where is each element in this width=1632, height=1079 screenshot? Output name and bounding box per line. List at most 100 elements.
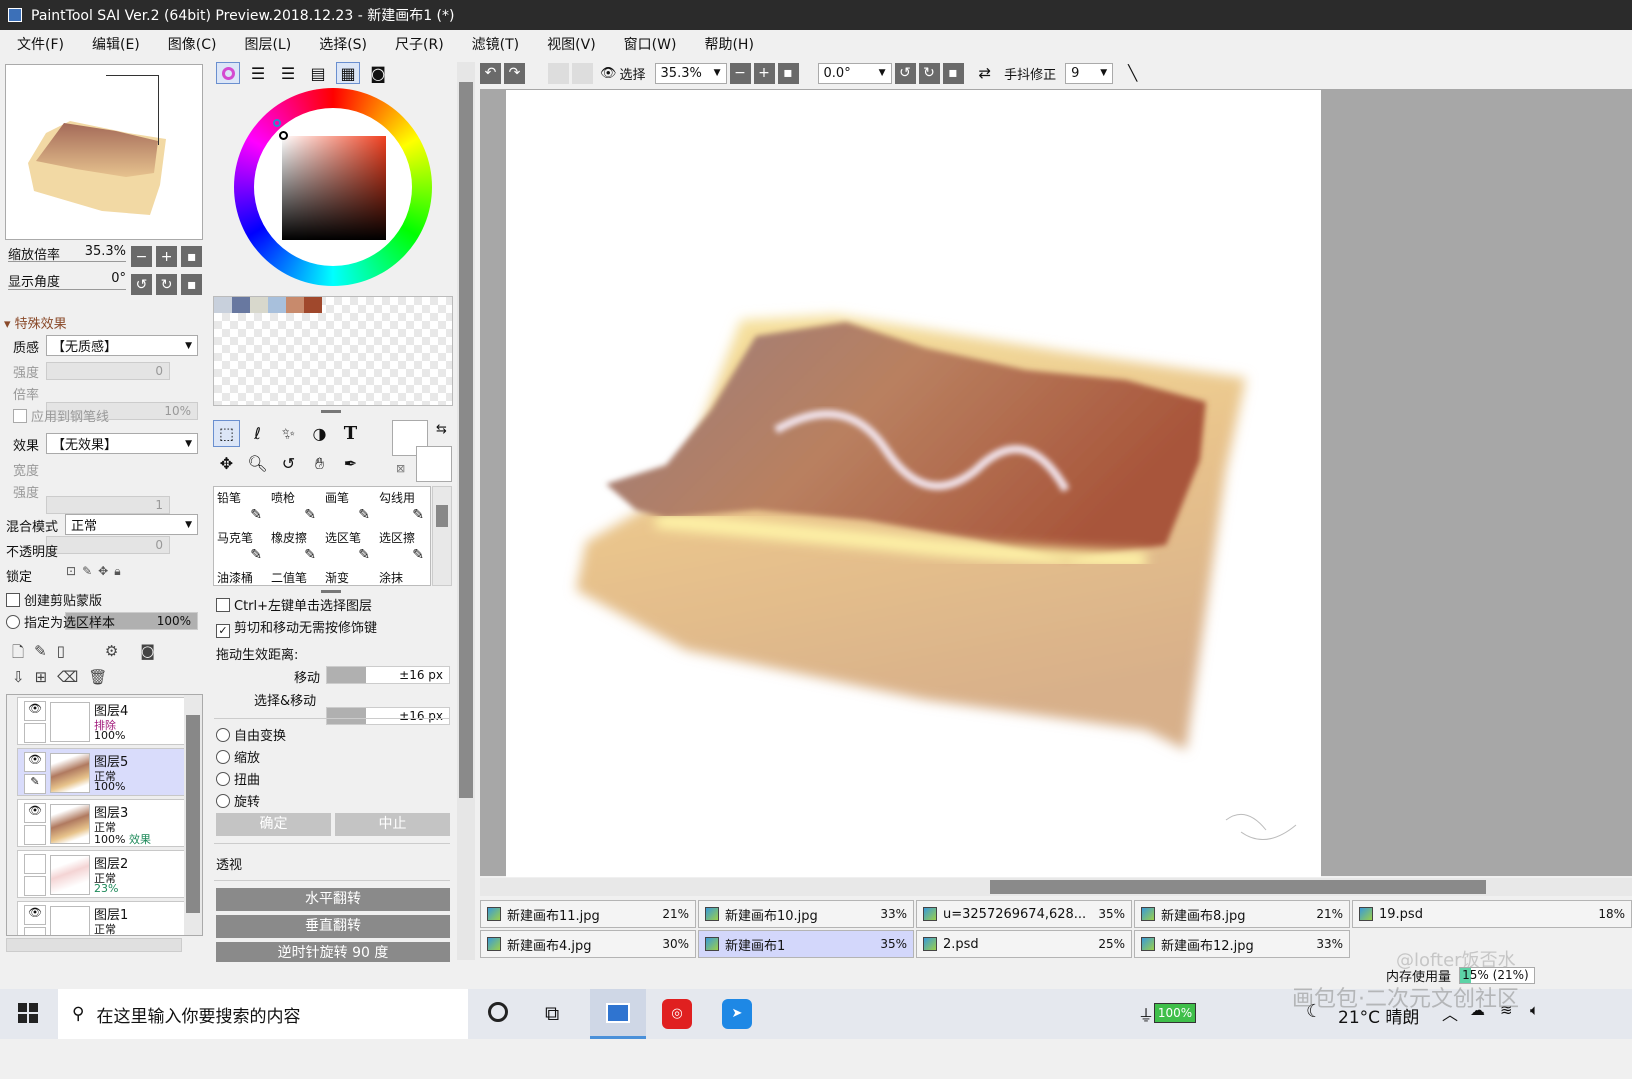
distort-radio[interactable]: 扭曲 (216, 769, 260, 788)
brush-slot[interactable]: 铅笔 ✎ (214, 487, 268, 527)
transparent-color-icon[interactable]: ⊠ (396, 462, 405, 475)
layer-pen-icon[interactable]: ✎ (24, 774, 46, 794)
layer-list-hscroll[interactable] (6, 938, 182, 952)
lock-move-icon[interactable]: ✥ (98, 564, 108, 579)
toolbar-rotate-left-button[interactable]: ↺ (894, 62, 916, 84)
straight-line-icon[interactable]: ╲ (1128, 64, 1137, 82)
netease-music-icon[interactable]: ◎ (662, 999, 692, 1029)
panel-splitter-2[interactable] (321, 590, 341, 593)
secondary-color-swatch[interactable] (416, 446, 452, 482)
document-tab[interactable]: 新建画布8.jpg 21% (1134, 900, 1350, 928)
cut-move-row[interactable]: ✓ 剪切和移动无需按修饰键 (216, 617, 377, 638)
brush-slot[interactable]: 油漆桶✎ (214, 567, 268, 585)
middle-scroll-thumb[interactable] (459, 82, 473, 798)
layer-row[interactable]: 图层2 正常 23% (17, 850, 185, 898)
distort-radio-dot[interactable] (216, 772, 230, 786)
volume-icon[interactable]: 🔈︎ (1530, 1001, 1539, 1019)
toolbar-zoom-out-button[interactable]: − (729, 62, 751, 84)
new-linework-layer-icon[interactable]: ✎ (34, 642, 47, 667)
clip-checkbox[interactable] (6, 593, 20, 607)
brush-slot[interactable]: 画笔 ✎ (322, 487, 376, 527)
free-transform-radio-dot[interactable] (216, 728, 230, 742)
move-tool-icon[interactable]: ✥ (213, 450, 240, 477)
sai-taskbar-button[interactable] (590, 989, 646, 1039)
scale-radio-dot[interactable] (216, 750, 230, 764)
cancel-button[interactable]: 中止 (335, 813, 450, 836)
toolbar-zoom-reset-button[interactable]: ▪ (777, 62, 799, 84)
brush-scrollbar[interactable] (432, 486, 452, 586)
hand-tool-icon[interactable]: ✋︎ (306, 450, 333, 477)
menu-ruler[interactable]: 尺子(R) (395, 34, 444, 54)
menu-select[interactable]: 选择(S) (319, 34, 367, 54)
ctrl-click-checkbox[interactable] (216, 598, 230, 612)
lock-all-icon[interactable]: 🔒︎ (114, 564, 120, 579)
canvas-hscrollbar[interactable] (480, 878, 1632, 896)
undo-button[interactable]: ↶ (480, 62, 501, 84)
cut-move-checkbox[interactable]: ✓ (216, 624, 230, 638)
angle-slider[interactable] (8, 289, 126, 290)
color-swatch[interactable] (250, 297, 268, 313)
color-swatch[interactable] (286, 297, 304, 313)
rotate-left-button[interactable]: ↺ (131, 274, 152, 295)
document-tab[interactable]: 新建画布12.jpg 33% (1134, 930, 1350, 958)
document-tab[interactable]: 新建画布1 35% (698, 930, 914, 958)
color-swatch[interactable] (304, 297, 322, 313)
swap-colors-icon[interactable]: ⇆ (436, 422, 447, 437)
free-transform-radio[interactable]: 自由变换 (216, 725, 286, 744)
show-selection-eye-icon[interactable]: 👁︎ (600, 66, 617, 81)
layer-pen-icon[interactable] (24, 723, 46, 743)
eyedropper-tool-icon[interactable]: ✒ (337, 450, 364, 477)
zoom-tool-icon[interactable]: 🔍︎ (244, 450, 271, 477)
navigator-preview[interactable] (5, 64, 203, 240)
canvas-paper[interactable] (506, 90, 1321, 877)
merge-down-icon[interactable]: ⇩ (12, 668, 25, 686)
effects-section-header[interactable]: ▾ 特殊效果 (4, 313, 67, 332)
rotate-radio[interactable]: 旋转 (216, 791, 260, 810)
document-tab[interactable]: 2.psd 25% (916, 930, 1132, 958)
text-tool-icon[interactable]: T (337, 420, 364, 447)
zoom-reset-button[interactable]: ▪ (181, 246, 203, 267)
toolbar-rotate-right-button[interactable]: ↻ (918, 62, 940, 84)
toolbar-zoom-in-button[interactable]: + (753, 62, 775, 84)
shape-tool-icon[interactable]: ◑ (306, 420, 333, 447)
task-view-icon[interactable]: ⧉ (545, 1001, 559, 1025)
layer-visibility-eye-icon[interactable]: 👁︎ (24, 905, 46, 925)
color-swatch[interactable] (232, 297, 250, 313)
layer-pen-icon[interactable] (24, 927, 46, 935)
move-distance-slider[interactable]: ±16 px (326, 666, 450, 684)
sample-checkbox[interactable] (6, 615, 20, 629)
color-swatch[interactable] (268, 297, 286, 313)
menu-view[interactable]: 视图(V) (547, 34, 596, 54)
zoom-out-button[interactable]: − (131, 246, 152, 267)
color-mix-tab[interactable]: ▤ (306, 62, 330, 84)
zoom-field[interactable]: 35.3% ▼ (654, 62, 727, 84)
brush-slot[interactable]: 勾线用 ✎ (376, 487, 430, 527)
new-layer-icon[interactable]: 🗋︎ (12, 642, 24, 667)
swatches-tab[interactable]: ▦ (336, 62, 360, 84)
cortana-icon[interactable] (488, 1002, 508, 1022)
layer-pen-icon[interactable] (24, 876, 46, 896)
clear-layer-icon[interactable]: ⌫ (57, 668, 78, 686)
windows-start-icon[interactable] (18, 1003, 38, 1023)
brush-slot[interactable]: 选区擦 ✎ (376, 527, 430, 567)
lock-paint-icon[interactable]: ✎ (82, 564, 92, 579)
layer-row[interactable]: 👁︎ ✎ 图层5 正常 100% (17, 748, 185, 796)
canvas-viewport[interactable] (480, 89, 1632, 877)
new-folder-icon[interactable]: ▯ (57, 642, 65, 667)
deselect-button[interactable] (548, 62, 569, 84)
zoom-slider[interactable] (8, 261, 126, 262)
texture-select[interactable]: 【无质感】 ▼ (46, 335, 198, 356)
document-tab[interactable]: 新建画布4.jpg 30% (480, 930, 696, 958)
layer-row[interactable]: 👁︎ 图层3 正常 100% 效果 (17, 799, 185, 847)
flip-horizontal-button[interactable]: 水平翻转 (216, 888, 450, 911)
angle-field[interactable]: 0.0° ▼ (817, 62, 892, 84)
rotate-tool-icon[interactable]: ↺ (275, 450, 302, 477)
apply-pen-row[interactable]: 应用到钢笔线 (13, 406, 109, 425)
sample-row[interactable]: 指定为选区样本 (6, 612, 115, 631)
hsv-slider-tab[interactable]: ☰ (276, 62, 300, 84)
menu-layer[interactable]: 图层(L) (244, 34, 291, 54)
duplicate-layer-icon[interactable]: ⊞ (35, 668, 48, 686)
hue-handle[interactable] (273, 119, 281, 127)
brush-slot[interactable]: 橡皮擦 ✎ (268, 527, 322, 567)
layer-settings-icon[interactable]: ⚙︎ (105, 642, 118, 667)
